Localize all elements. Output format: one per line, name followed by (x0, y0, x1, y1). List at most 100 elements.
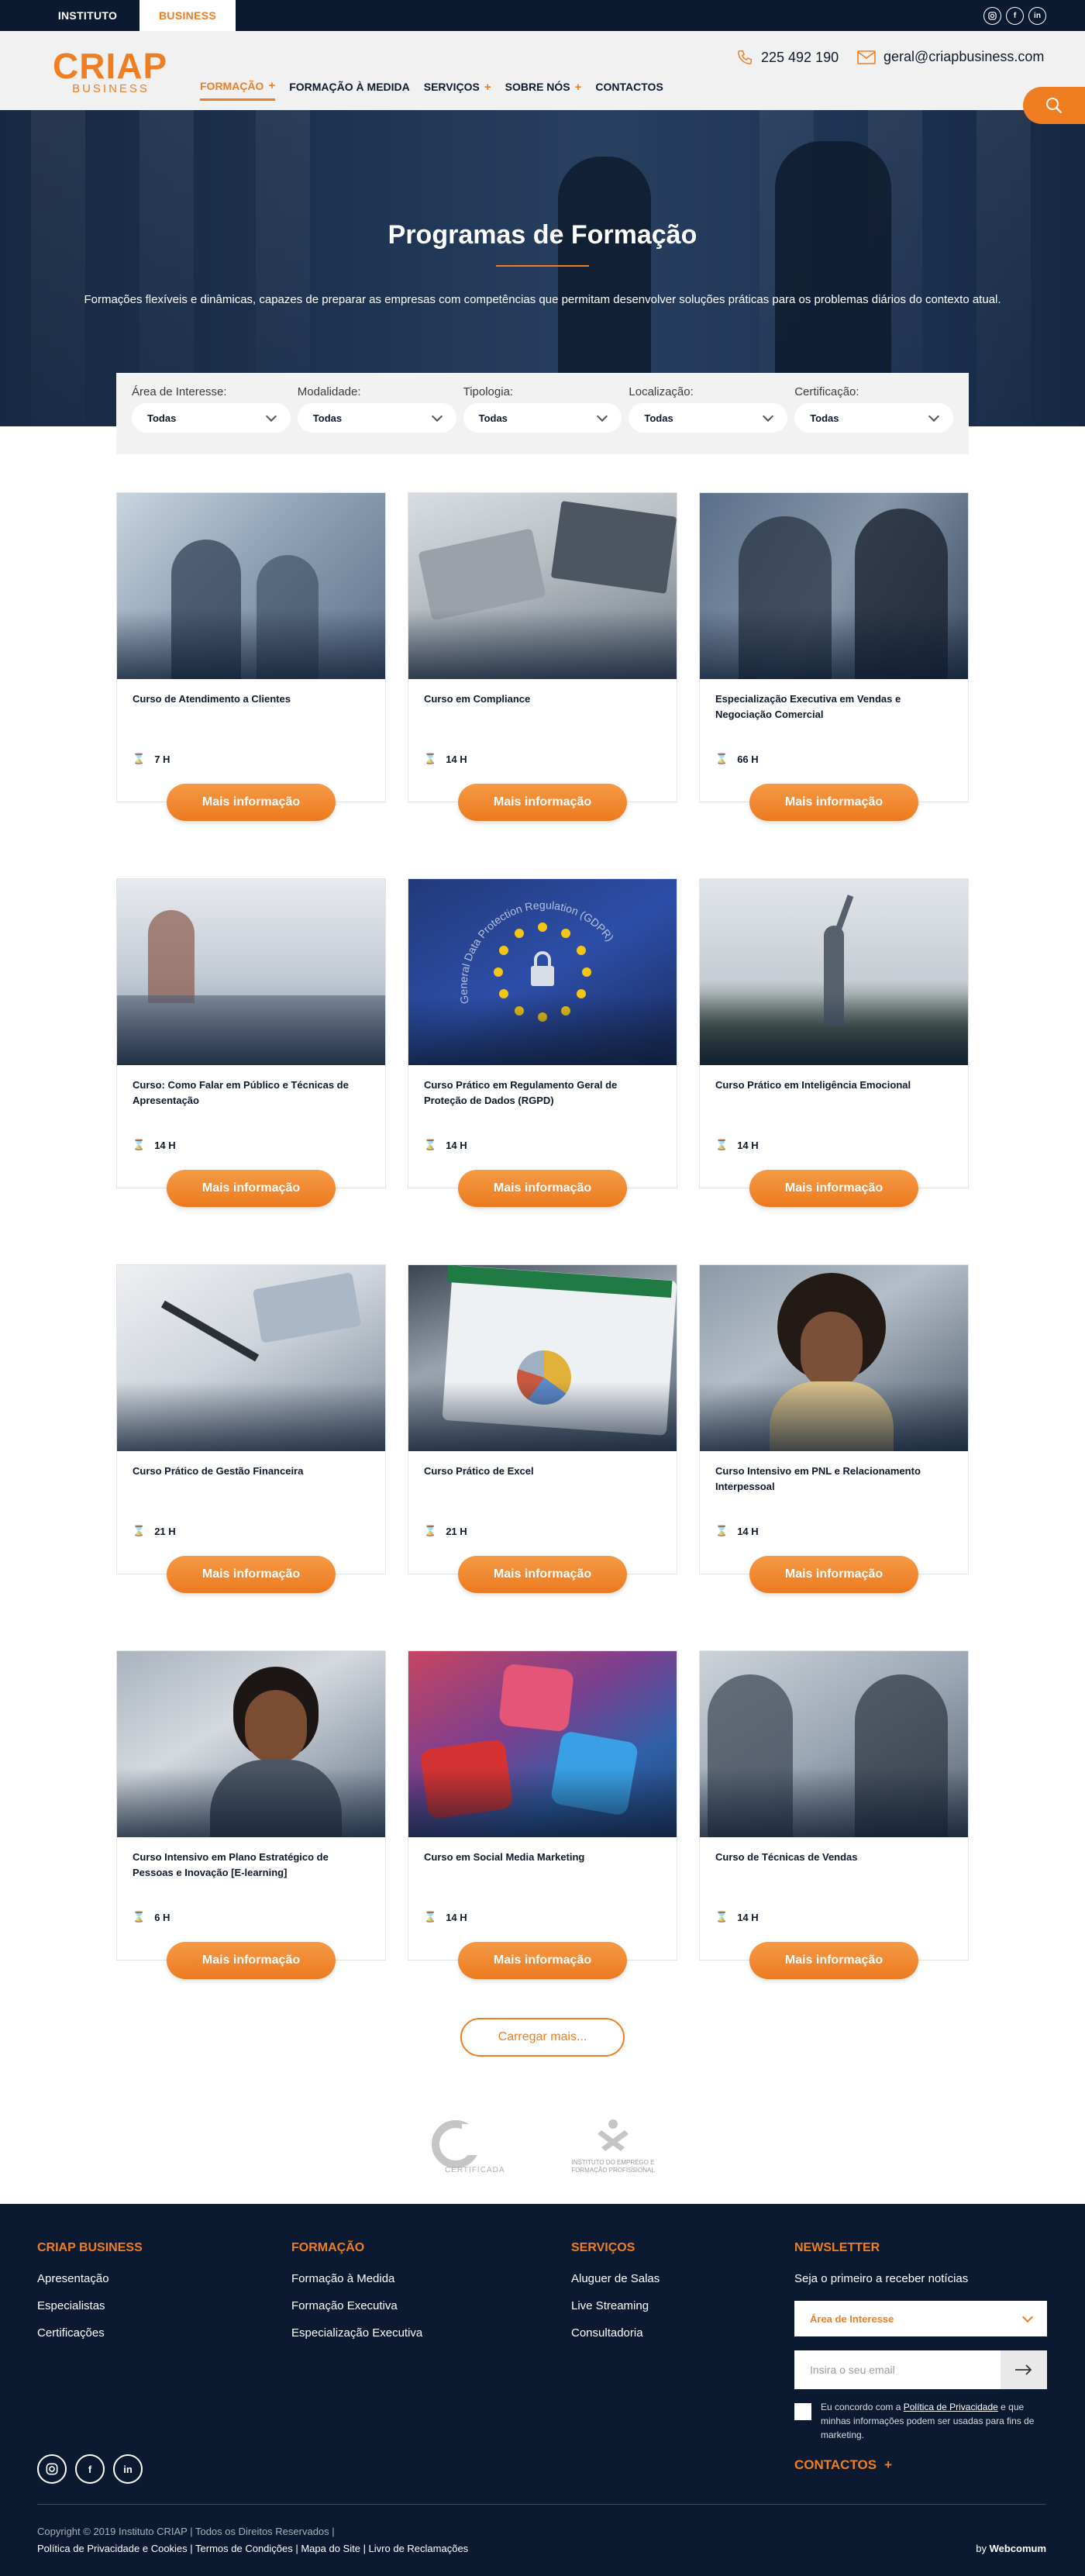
hourglass-icon: ⌛ (715, 1139, 728, 1150)
more-info-button[interactable]: Mais informação (749, 1942, 918, 1979)
chevron-down-icon (265, 410, 277, 422)
footer-link[interactable]: Especialistas (37, 2299, 143, 2312)
instagram-icon[interactable] (983, 7, 1001, 25)
linkedin-icon[interactable]: in (1028, 7, 1046, 25)
credits[interactable]: by Webcomum (976, 2543, 1046, 2554)
course-card[interactable]: Curso em Compliance ⌛ 14 H Mais informaçã… (408, 492, 677, 821)
course-card[interactable]: General Data Protection Regulation (GDPR… (408, 878, 677, 1207)
course-card[interactable]: Curso de Técnicas de Vendas ⌛ 14 H Mais i… (699, 1650, 969, 1979)
more-info-button[interactable]: Mais informação (749, 1556, 918, 1593)
chevron-down-icon (763, 410, 774, 422)
filter-area: Área de Interesse: Todas (132, 385, 291, 442)
course-image (700, 1265, 968, 1451)
nav-servicos[interactable]: SERVIÇOS + (424, 79, 491, 101)
footer-link[interactable]: Apresentação (37, 2272, 143, 2285)
footer-link[interactable]: Formação Executiva (291, 2299, 422, 2312)
more-info-button[interactable]: Mais informação (167, 1170, 336, 1207)
course-image (700, 879, 968, 1065)
course-duration: ⌛ 14 H (424, 1911, 467, 1923)
linkedin-icon[interactable]: in (113, 2454, 143, 2484)
course-card[interactable]: Curso Prático de Gestão Financeira ⌛ 21 H… (116, 1264, 386, 1593)
footer-col-criap: CRIAP BUSINESS Apresentação Especialista… (37, 2241, 143, 2340)
more-info-button[interactable]: Mais informação (749, 784, 918, 821)
course-card[interactable]: Curso de Atendimento a Clientes ⌛ 7 H Mai… (116, 492, 386, 821)
footer-link[interactable]: Formação à Medida (291, 2272, 422, 2285)
footer-link[interactable]: Especialização Executiva (291, 2326, 422, 2340)
phone-number: 225 492 190 (761, 49, 839, 65)
tab-instituto[interactable]: INSTITUTO (37, 0, 138, 31)
filter-certificacao: Certificação: Todas (794, 385, 953, 442)
hourglass-icon: ⌛ (133, 1525, 146, 1536)
hourglass-icon: ⌛ (133, 1911, 146, 1923)
course-image (117, 493, 385, 679)
course-duration: ⌛ 14 H (715, 1911, 759, 1923)
footer-link[interactable]: Consultadoria (571, 2326, 660, 2340)
page-title: Programas de Formação (388, 220, 698, 250)
course-card[interactable]: Curso em Social Media Marketing ⌛ 14 H Ma… (408, 1650, 677, 1979)
consent-checkbox[interactable] (794, 2403, 811, 2420)
course-duration: ⌛ 6 H (133, 1911, 170, 1923)
top-socials: f in (983, 7, 1046, 25)
more-info-button[interactable]: Mais informação (458, 1942, 627, 1979)
course-card[interactable]: Curso Prático em Inteligência Emocional … (699, 878, 969, 1207)
course-title: Curso Prático de Gestão Financeira (133, 1465, 304, 1477)
submit-arrow-button[interactable] (1001, 2350, 1047, 2389)
filter-area-select[interactable]: Todas (132, 403, 291, 433)
course-image (408, 1651, 677, 1837)
more-info-button[interactable]: Mais informação (167, 1556, 336, 1593)
phone-icon (738, 50, 752, 64)
course-card[interactable]: Curso Intensivo em PNL e Relacionamento … (699, 1264, 969, 1593)
instagram-icon[interactable] (37, 2454, 67, 2484)
chevron-down-icon (928, 410, 940, 422)
iefp-logo: INSTITUTO DO EMPREGO E FORMAÇÃO PROFISSI… (559, 2116, 667, 2178)
more-info-button[interactable]: Mais informação (458, 784, 627, 821)
criap-logo[interactable]: CRIAP BUSINESS (53, 48, 169, 96)
nav-sobre-nos[interactable]: SOBRE NÓS + (505, 79, 582, 101)
header-phone[interactable]: 225 492 190 (736, 49, 839, 66)
filter-modalidade-select[interactable]: Todas (297, 403, 456, 433)
course-title: Curso em Social Media Marketing (424, 1851, 585, 1863)
header-email[interactable]: geral@criapbusiness.com (857, 49, 1044, 65)
top-bar: INSTITUTO BUSINESS f in (0, 0, 1085, 31)
course-card[interactable]: Curso: Como Falar em Público e Técnicas … (116, 878, 386, 1207)
hourglass-icon: ⌛ (715, 1911, 728, 1923)
more-info-button[interactable]: Mais informação (458, 1170, 627, 1207)
course-image (700, 1651, 968, 1837)
filter-tipologia-select[interactable]: Todas (463, 403, 622, 433)
newsletter-interest-select[interactable]: Área de Interesse (794, 2301, 1047, 2336)
course-card[interactable]: Especialização Executiva em Vendas e Neg… (699, 492, 969, 821)
load-more-button[interactable]: Carregar mais... (460, 2018, 625, 2057)
privacy-policy-link[interactable]: Política de Privacidade (904, 2402, 998, 2412)
site-footer: CRIAP BUSINESS Apresentação Especialista… (0, 2204, 1085, 2576)
filter-localizacao: Localização: Todas (629, 385, 788, 442)
more-info-button[interactable]: Mais informação (167, 1942, 336, 1979)
more-info-button[interactable]: Mais informação (749, 1170, 918, 1207)
filter-localizacao-select[interactable]: Todas (629, 403, 788, 433)
footer-contacts-toggle[interactable]: CONTACTOS + (794, 2457, 1047, 2473)
email-address: geral@criapbusiness.com (884, 49, 1045, 64)
nav-formacao[interactable]: FORMAÇÃO + (200, 79, 276, 101)
course-title: Curso Prático em Regulamento Geral de Pr… (424, 1079, 618, 1106)
certification-logo: CERTIFICADA (431, 2116, 516, 2178)
hourglass-icon: ⌛ (133, 753, 146, 764)
legal-links[interactable]: Política de Privacidade e Cookies | Term… (37, 2543, 468, 2554)
tab-business[interactable]: BUSINESS (140, 0, 236, 31)
footer-link[interactable]: Aluguer de Salas (571, 2272, 660, 2285)
footer-link[interactable]: Certificações (37, 2326, 143, 2340)
filter-certificacao-select[interactable]: Todas (794, 403, 953, 433)
search-button[interactable] (1023, 87, 1085, 124)
nav-contactos[interactable]: CONTACTOS (595, 79, 663, 101)
facebook-icon[interactable]: f (75, 2454, 105, 2484)
nav-formacao-medida[interactable]: FORMAÇÃO À MEDIDA (289, 79, 410, 101)
course-card[interactable]: Curso Intensivo em Plano Estratégico de … (116, 1650, 386, 1979)
more-info-button[interactable]: Mais informação (458, 1556, 627, 1593)
footer-link[interactable]: Live Streaming (571, 2299, 660, 2312)
facebook-icon[interactable]: f (1006, 7, 1024, 25)
course-duration: ⌛ 14 H (715, 1525, 759, 1537)
mail-icon (857, 50, 876, 64)
newsletter-email-field[interactable]: Insira o seu email (794, 2350, 1047, 2389)
course-card[interactable]: Curso Prático de Excel ⌛ 21 H Mais inform… (408, 1264, 677, 1593)
course-title: Curso de Técnicas de Vendas (715, 1851, 858, 1863)
course-duration: ⌛ 14 H (424, 1139, 467, 1151)
more-info-button[interactable]: Mais informação (167, 784, 336, 821)
